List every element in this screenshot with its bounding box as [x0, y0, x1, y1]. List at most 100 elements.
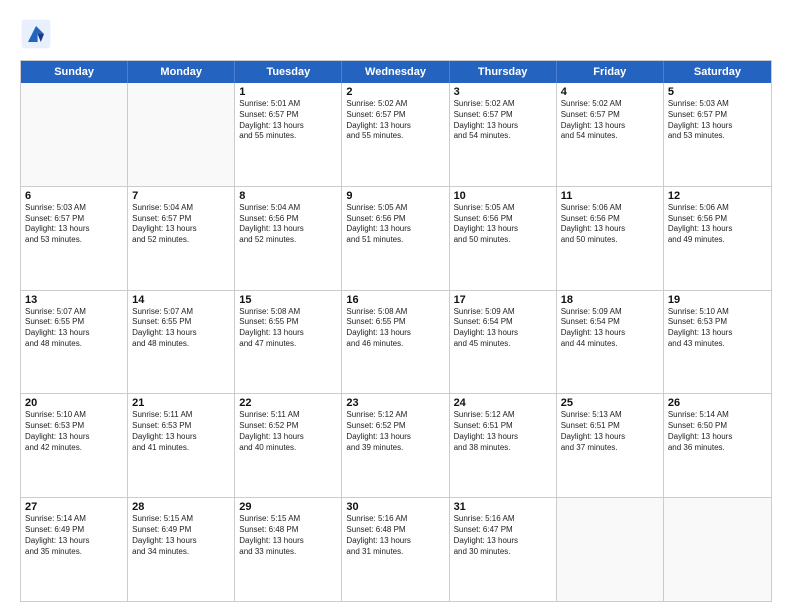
cal-cell: 28Sunrise: 5:15 AMSunset: 6:49 PMDayligh… — [128, 498, 235, 601]
logo-icon — [20, 18, 52, 50]
header-day-wednesday: Wednesday — [342, 61, 449, 83]
cell-line: Daylight: 13 hours — [668, 432, 767, 443]
cell-line: Sunrise: 5:11 AM — [239, 410, 337, 421]
cell-line: and 42 minutes. — [25, 443, 123, 454]
header-day-tuesday: Tuesday — [235, 61, 342, 83]
cal-cell: 17Sunrise: 5:09 AMSunset: 6:54 PMDayligh… — [450, 291, 557, 394]
cell-line: Sunset: 6:56 PM — [454, 214, 552, 225]
cell-line: Sunset: 6:51 PM — [454, 421, 552, 432]
cell-line: Daylight: 13 hours — [239, 536, 337, 547]
cell-line: Sunrise: 5:13 AM — [561, 410, 659, 421]
cell-line: Sunrise: 5:09 AM — [561, 307, 659, 318]
cell-line: Sunrise: 5:02 AM — [454, 99, 552, 110]
cell-line: and 30 minutes. — [454, 547, 552, 558]
cal-cell: 16Sunrise: 5:08 AMSunset: 6:55 PMDayligh… — [342, 291, 449, 394]
cell-line: Sunset: 6:56 PM — [239, 214, 337, 225]
cell-line: and 48 minutes. — [132, 339, 230, 350]
cell-line: Daylight: 13 hours — [454, 536, 552, 547]
cal-cell: 19Sunrise: 5:10 AMSunset: 6:53 PMDayligh… — [664, 291, 771, 394]
cell-line: Sunrise: 5:12 AM — [346, 410, 444, 421]
cal-cell: 18Sunrise: 5:09 AMSunset: 6:54 PMDayligh… — [557, 291, 664, 394]
cal-cell: 8Sunrise: 5:04 AMSunset: 6:56 PMDaylight… — [235, 187, 342, 290]
day-number: 21 — [132, 397, 230, 409]
cell-line: Sunrise: 5:15 AM — [132, 514, 230, 525]
cell-line: Sunrise: 5:05 AM — [346, 203, 444, 214]
cal-cell — [557, 498, 664, 601]
cal-cell: 11Sunrise: 5:06 AMSunset: 6:56 PMDayligh… — [557, 187, 664, 290]
cell-line: and 31 minutes. — [346, 547, 444, 558]
header-day-thursday: Thursday — [450, 61, 557, 83]
cell-line: and 35 minutes. — [25, 547, 123, 558]
day-number: 9 — [346, 190, 444, 202]
cal-cell — [128, 83, 235, 186]
cell-line: Sunset: 6:55 PM — [239, 317, 337, 328]
cell-line: Daylight: 13 hours — [561, 121, 659, 132]
day-number: 28 — [132, 501, 230, 513]
cell-line: Daylight: 13 hours — [239, 224, 337, 235]
cell-line: Daylight: 13 hours — [239, 121, 337, 132]
cell-line: Daylight: 13 hours — [132, 432, 230, 443]
week-row-2: 6Sunrise: 5:03 AMSunset: 6:57 PMDaylight… — [21, 187, 771, 291]
header-day-friday: Friday — [557, 61, 664, 83]
cal-cell: 7Sunrise: 5:04 AMSunset: 6:57 PMDaylight… — [128, 187, 235, 290]
cal-cell: 3Sunrise: 5:02 AMSunset: 6:57 PMDaylight… — [450, 83, 557, 186]
cell-line: Sunset: 6:57 PM — [454, 110, 552, 121]
cell-line: and 54 minutes. — [561, 131, 659, 142]
cell-line: Sunrise: 5:03 AM — [25, 203, 123, 214]
cal-cell: 21Sunrise: 5:11 AMSunset: 6:53 PMDayligh… — [128, 394, 235, 497]
cell-line: Daylight: 13 hours — [346, 224, 444, 235]
cal-cell: 1Sunrise: 5:01 AMSunset: 6:57 PMDaylight… — [235, 83, 342, 186]
page: SundayMondayTuesdayWednesdayThursdayFrid… — [0, 0, 792, 612]
cell-line: Sunset: 6:57 PM — [239, 110, 337, 121]
cell-line: Daylight: 13 hours — [346, 328, 444, 339]
week-row-5: 27Sunrise: 5:14 AMSunset: 6:49 PMDayligh… — [21, 498, 771, 601]
day-number: 5 — [668, 86, 767, 98]
cell-line: Sunrise: 5:02 AM — [561, 99, 659, 110]
cell-line: and 40 minutes. — [239, 443, 337, 454]
logo — [20, 18, 58, 50]
day-number: 24 — [454, 397, 552, 409]
day-number: 6 — [25, 190, 123, 202]
cell-line: and 53 minutes. — [25, 235, 123, 246]
cell-line: Sunrise: 5:15 AM — [239, 514, 337, 525]
cell-line: Daylight: 13 hours — [561, 328, 659, 339]
cell-line: Daylight: 13 hours — [25, 224, 123, 235]
cell-line: and 52 minutes. — [239, 235, 337, 246]
cell-line: Sunset: 6:48 PM — [239, 525, 337, 536]
cell-line: Daylight: 13 hours — [346, 536, 444, 547]
cell-line: Daylight: 13 hours — [454, 432, 552, 443]
cell-line: Daylight: 13 hours — [25, 536, 123, 547]
cal-cell: 20Sunrise: 5:10 AMSunset: 6:53 PMDayligh… — [21, 394, 128, 497]
cell-line: Sunset: 6:55 PM — [25, 317, 123, 328]
cal-cell: 4Sunrise: 5:02 AMSunset: 6:57 PMDaylight… — [557, 83, 664, 186]
day-number: 14 — [132, 294, 230, 306]
cell-line: and 53 minutes. — [668, 131, 767, 142]
cell-line: and 36 minutes. — [668, 443, 767, 454]
cell-line: Sunrise: 5:02 AM — [346, 99, 444, 110]
cell-line: and 37 minutes. — [561, 443, 659, 454]
cell-line: and 50 minutes. — [561, 235, 659, 246]
cell-line: Sunset: 6:54 PM — [561, 317, 659, 328]
day-number: 29 — [239, 501, 337, 513]
cell-line: Sunrise: 5:05 AM — [454, 203, 552, 214]
day-number: 18 — [561, 294, 659, 306]
day-number: 19 — [668, 294, 767, 306]
day-number: 23 — [346, 397, 444, 409]
cell-line: Sunrise: 5:06 AM — [561, 203, 659, 214]
cell-line: and 48 minutes. — [25, 339, 123, 350]
cell-line: and 46 minutes. — [346, 339, 444, 350]
day-number: 13 — [25, 294, 123, 306]
cell-line: Sunrise: 5:14 AM — [668, 410, 767, 421]
day-number: 11 — [561, 190, 659, 202]
cell-line: and 54 minutes. — [454, 131, 552, 142]
day-number: 20 — [25, 397, 123, 409]
week-row-4: 20Sunrise: 5:10 AMSunset: 6:53 PMDayligh… — [21, 394, 771, 498]
cell-line: Sunset: 6:52 PM — [239, 421, 337, 432]
cell-line: Sunrise: 5:10 AM — [25, 410, 123, 421]
cell-line: Daylight: 13 hours — [454, 121, 552, 132]
week-row-1: 1Sunrise: 5:01 AMSunset: 6:57 PMDaylight… — [21, 83, 771, 187]
day-number: 2 — [346, 86, 444, 98]
cell-line: Daylight: 13 hours — [346, 432, 444, 443]
cell-line: and 50 minutes. — [454, 235, 552, 246]
cell-line: Daylight: 13 hours — [132, 328, 230, 339]
